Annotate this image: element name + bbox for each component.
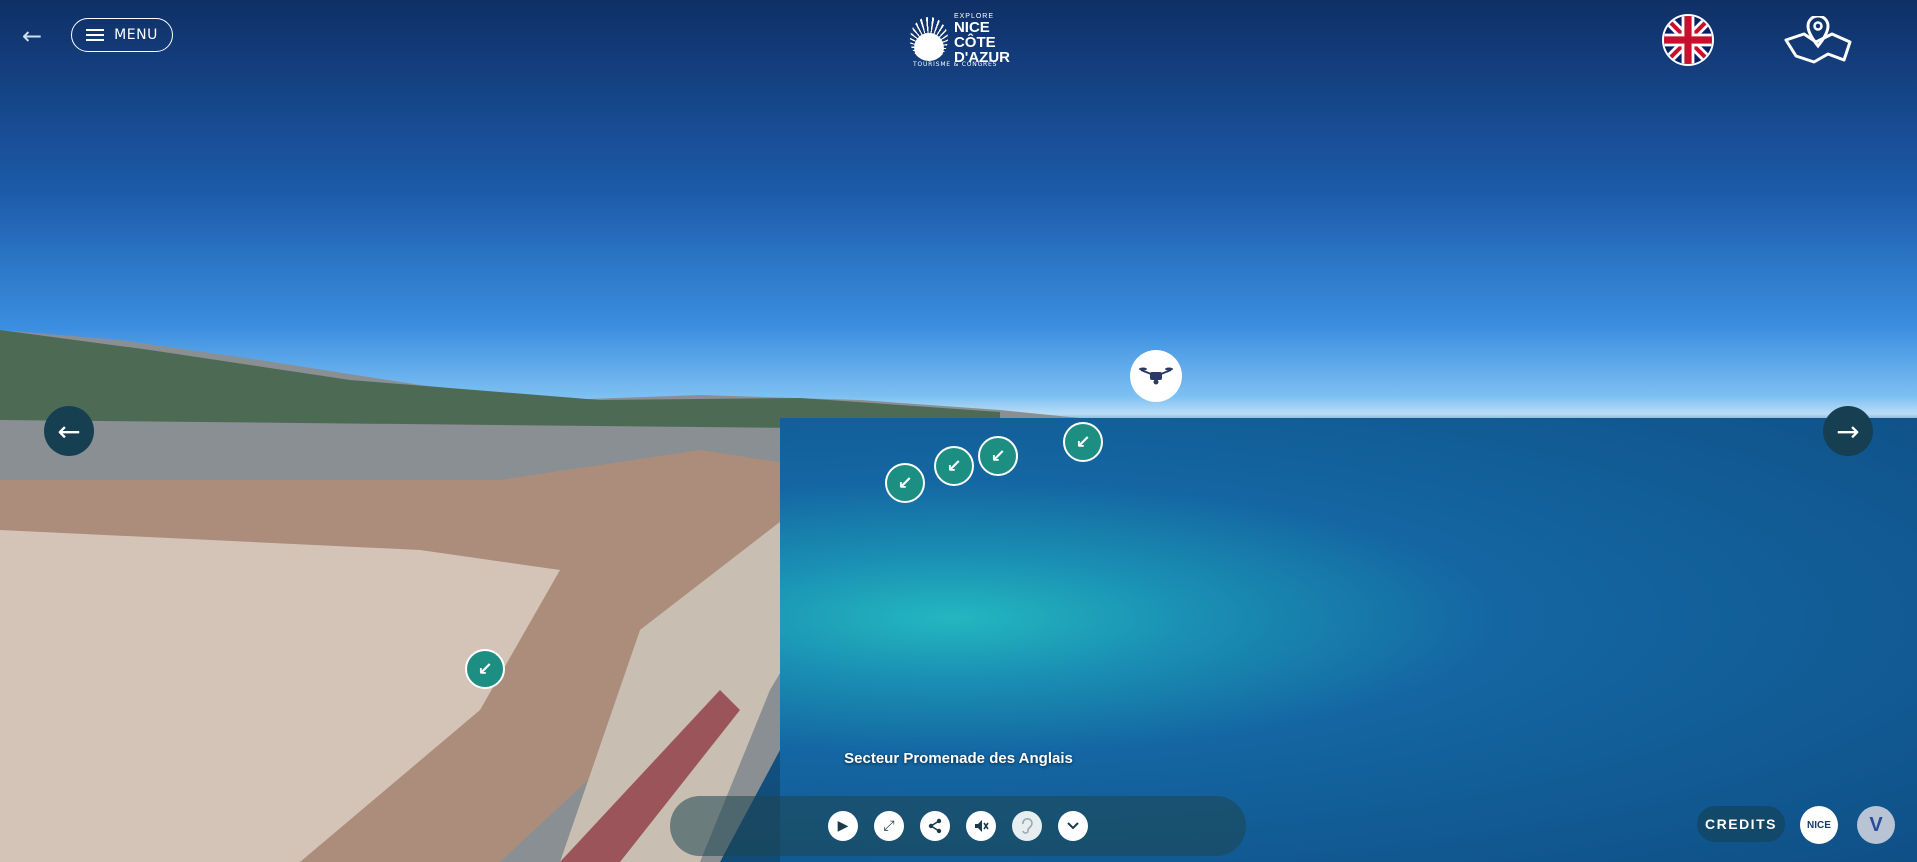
logo-text: EXPLORE NICE CÔTE D'AZUR [953,13,1010,66]
chevron-down-icon[interactable] [1058,811,1088,841]
top-bar: ← MENU EXPLORE NICE CÔTE D'AZUR TOURISME… [0,0,1917,70]
v-logo-badge[interactable]: V [1857,806,1895,844]
hamburger-icon [86,29,105,41]
uk-flag-icon [1664,16,1712,64]
uk-flag-language-button[interactable] [1662,14,1714,66]
hotspot-marker[interactable]: ↙ [978,436,1018,476]
sector-title: Secteur Promenade des Anglais [844,750,1073,767]
map-pin-icon[interactable] [1782,14,1854,66]
audio-guide-ear-icon[interactable] [1012,811,1042,841]
play-icon[interactable]: ▶ [828,811,858,841]
sun-logo-icon [910,17,948,61]
hotspot-marker[interactable]: ↙ [465,649,505,689]
panorama-view[interactable] [0,0,1917,862]
hotspot-marker[interactable]: ↙ [1063,422,1103,462]
menu-label: MENU [114,27,158,43]
hotspot-marker[interactable]: ↙ [885,463,925,503]
back-arrow-icon[interactable]: ← [18,22,46,50]
next-scene-arrow-icon[interactable]: → [1823,406,1873,456]
previous-scene-arrow-icon[interactable]: ← [44,406,94,456]
menu-button[interactable]: MENU [71,18,173,52]
drone-icon[interactable] [1130,350,1182,402]
share-icon[interactable] [920,811,950,841]
hotspot-marker[interactable]: ↙ [934,446,974,486]
fullscreen-icon[interactable]: ⤢ [874,811,904,841]
player-toolbar: ▶ ⤢ [670,796,1246,856]
mute-icon[interactable] [966,811,996,841]
nice-badge[interactable]: NICE [1800,806,1838,844]
credits-button[interactable]: CREDITS [1697,806,1785,842]
nice-cote-azur-logo[interactable]: EXPLORE NICE CÔTE D'AZUR TOURISME & CONG… [910,10,1010,68]
